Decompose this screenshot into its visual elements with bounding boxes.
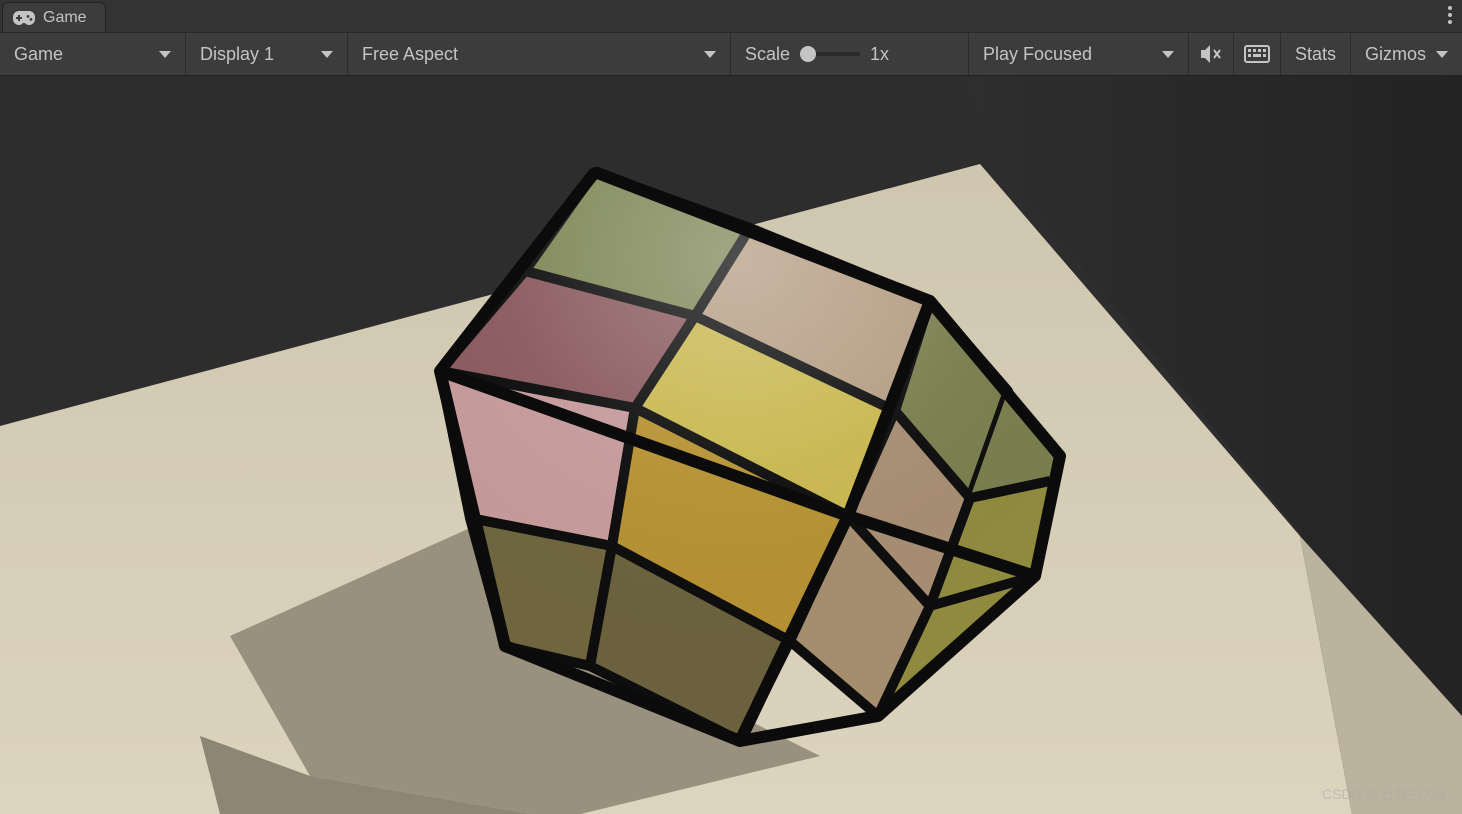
keyboard-icon-button[interactable] bbox=[1234, 33, 1281, 75]
chevron-down-icon bbox=[1436, 51, 1448, 58]
tab-options-button[interactable] bbox=[1448, 6, 1452, 24]
game-toolbar: Game Display 1 Free Aspect Scale 1x Play… bbox=[0, 32, 1462, 76]
scale-slider[interactable] bbox=[800, 52, 860, 56]
chevron-down-icon bbox=[1162, 51, 1174, 58]
play-mode-dropdown[interactable]: Play Focused bbox=[969, 33, 1189, 75]
aspect-label: Free Aspect bbox=[362, 44, 458, 65]
chevron-down-icon bbox=[159, 51, 171, 58]
play-mode-label: Play Focused bbox=[983, 44, 1092, 65]
gizmos-dropdown[interactable]: Gizmos bbox=[1351, 33, 1462, 75]
scale-value: 1x bbox=[870, 44, 889, 65]
display-dropdown[interactable]: Display 1 bbox=[186, 33, 348, 75]
chevron-down-icon bbox=[321, 51, 333, 58]
display-label: Display 1 bbox=[200, 44, 274, 65]
stats-label: Stats bbox=[1295, 44, 1336, 65]
aspect-dropdown[interactable]: Free Aspect bbox=[348, 33, 731, 75]
tab-label: Game bbox=[43, 9, 87, 27]
game-viewport[interactable] bbox=[0, 76, 1462, 814]
window-tab-bar: Game bbox=[0, 0, 1462, 32]
view-mode-dropdown[interactable]: Game bbox=[0, 33, 186, 75]
scale-label: Scale bbox=[745, 44, 790, 65]
tab-game[interactable]: Game bbox=[2, 2, 106, 32]
gizmos-label: Gizmos bbox=[1365, 44, 1426, 65]
watermark: CSDN @万有引力w bbox=[1322, 784, 1446, 804]
chevron-down-icon bbox=[704, 51, 716, 58]
scale-control: Scale 1x bbox=[731, 33, 969, 75]
view-mode-label: Game bbox=[14, 44, 63, 65]
gamepad-icon bbox=[13, 11, 35, 25]
mute-audio-button[interactable] bbox=[1189, 33, 1234, 75]
stats-button[interactable]: Stats bbox=[1281, 33, 1351, 75]
